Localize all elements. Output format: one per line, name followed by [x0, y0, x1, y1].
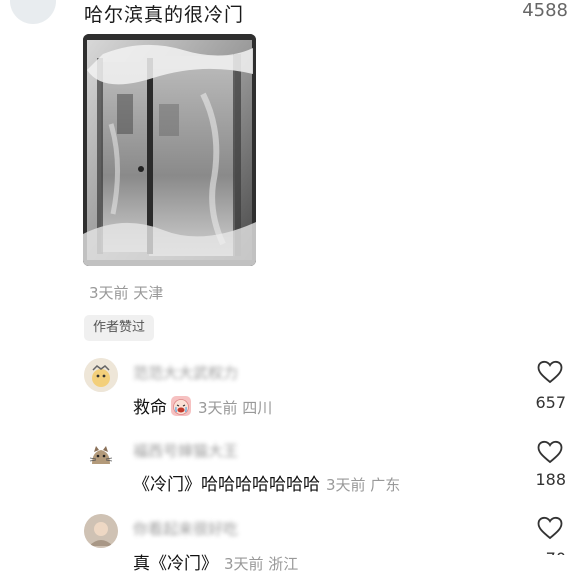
reply-meta: 3天前 广东: [326, 476, 401, 494]
reply-username[interactable]: 福西号婶猫大王: [133, 440, 238, 461]
avatar[interactable]: [84, 514, 118, 548]
post-meta: 3天前 天津: [89, 284, 164, 302]
avatar[interactable]: [84, 438, 118, 472]
reply-like-count: 657: [535, 393, 566, 412]
reply-username[interactable]: 你看起来很好吃: [133, 518, 238, 539]
reply-text: 救命 3天前 四川: [133, 393, 272, 418]
author-liked-badge: 作者赞过: [84, 315, 155, 341]
heart-icon[interactable]: [537, 360, 563, 384]
crying-face-emoji-icon: [170, 395, 192, 417]
cat-avatar-icon: [84, 438, 118, 472]
frozen-door-photo-icon: [83, 34, 256, 266]
avatar[interactable]: [84, 358, 118, 392]
reply-username[interactable]: 范范大大武权力: [133, 362, 238, 383]
reply-meta: 3天前 浙江: [224, 555, 299, 573]
post-like-count: 4588: [522, 0, 568, 21]
watermark-overlay: [468, 555, 578, 581]
reply-content: 救命: [133, 398, 167, 418]
post-image[interactable]: [83, 34, 256, 266]
reply-text: 真《冷门》 3天前 浙江: [133, 549, 298, 574]
reply-content: 真《冷门》: [133, 554, 218, 574]
reply-text: 《冷门》哈哈哈哈哈哈哈 3天前 广东: [133, 470, 400, 495]
heart-icon[interactable]: [537, 516, 563, 540]
cartoon-avatar-icon: [84, 358, 118, 392]
heart-icon[interactable]: [537, 440, 563, 464]
reply-like-count: 188: [535, 470, 566, 489]
post-author-avatar[interactable]: [10, 0, 56, 24]
person-avatar-icon: [84, 514, 118, 548]
reply-content: 《冷门》哈哈哈哈哈哈哈: [133, 475, 320, 495]
reply-meta: 3天前 四川: [198, 399, 273, 417]
post-title: 哈尔滨真的很冷门: [84, 4, 245, 26]
